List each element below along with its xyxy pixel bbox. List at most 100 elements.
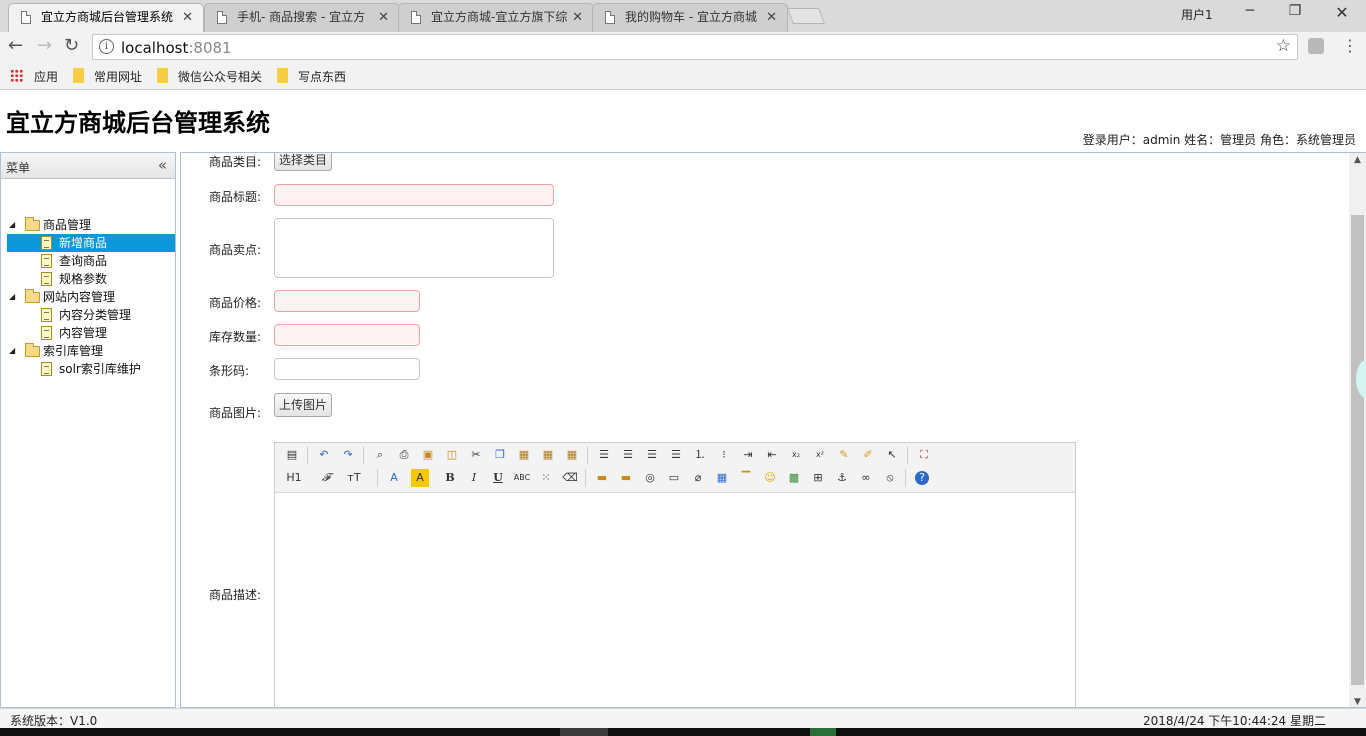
- close-tab-icon[interactable]: ✕: [572, 4, 583, 31]
- italic-button[interactable]: I: [465, 469, 483, 487]
- horizontal-rule-icon[interactable]: ▔: [737, 469, 755, 487]
- browser-tab-store[interactable]: 宜立方商城-宜立方旗下综 ✕: [398, 3, 594, 32]
- forward-icon[interactable]: →: [37, 36, 52, 56]
- template-icon[interactable]: ▣: [419, 446, 437, 464]
- ordered-list-icon[interactable]: ⒈: [691, 446, 709, 464]
- scrollbar-thumb[interactable]: [1351, 215, 1364, 685]
- select-category-button[interactable]: 选择类目: [274, 153, 333, 171]
- taskbar-item[interactable]: [810, 728, 836, 736]
- emoticon-icon[interactable]: ☺: [761, 469, 779, 487]
- cut-icon[interactable]: ✂: [467, 446, 485, 464]
- bookmark-star-icon[interactable]: ☆: [1276, 36, 1291, 56]
- bookmark-common-sites[interactable]: 常用网址: [94, 68, 142, 85]
- title-input[interactable]: [274, 184, 554, 206]
- multi-image-icon[interactable]: ▬: [617, 469, 635, 487]
- bookmark-writing[interactable]: 写点东西: [298, 68, 346, 85]
- insert-image-icon[interactable]: ▬: [593, 469, 611, 487]
- back-icon[interactable]: ←: [8, 36, 23, 56]
- attachment-icon[interactable]: ⌀: [689, 469, 707, 487]
- select-all-icon[interactable]: ✐: [859, 446, 877, 464]
- eraser-icon[interactable]: ⌫: [561, 469, 579, 487]
- underline-button[interactable]: U: [489, 469, 507, 487]
- pointer-icon[interactable]: ↖: [883, 446, 901, 464]
- browser-menu-icon[interactable]: ⋮: [1342, 36, 1358, 55]
- taskbar-item[interactable]: [560, 728, 608, 736]
- help-icon[interactable]: ?: [915, 471, 929, 485]
- bookmark-wechat[interactable]: 微信公众号相关: [178, 68, 262, 85]
- expand-arrow-icon[interactable]: ◢: [9, 216, 15, 234]
- browser-tab-strip: 宜立方商城后台管理系统 ✕ 手机- 商品搜索 - 宜立方 ✕ 宜立方商城-宜立方…: [0, 0, 1366, 32]
- align-left-icon[interactable]: ☰: [595, 446, 613, 464]
- editor-body[interactable]: [275, 493, 1075, 707]
- paste-text-icon[interactable]: ▦: [539, 446, 557, 464]
- scroll-up-icon[interactable]: ▲: [1349, 155, 1366, 165]
- close-tab-icon[interactable]: ✕: [766, 4, 777, 31]
- font-family-dropdown[interactable]: 𝓕: [317, 469, 335, 487]
- background-color-button[interactable]: A: [411, 469, 429, 487]
- heading-dropdown[interactable]: H1: [281, 469, 307, 487]
- content-scrollbar[interactable]: ▲ ▼: [1349, 153, 1366, 707]
- outdent-icon[interactable]: ⇤: [763, 446, 781, 464]
- media-icon[interactable]: ▭: [665, 469, 683, 487]
- map-icon[interactable]: ▩: [785, 469, 803, 487]
- scroll-down-icon[interactable]: ▼: [1349, 697, 1366, 707]
- table-icon[interactable]: ▦: [713, 469, 731, 487]
- extension-icon[interactable]: [1308, 38, 1324, 54]
- collapse-sidebar-icon[interactable]: «: [158, 156, 167, 174]
- align-right-icon[interactable]: ☰: [643, 446, 661, 464]
- print-icon[interactable]: ⎙: [395, 446, 413, 464]
- barcode-input[interactable]: [274, 358, 420, 380]
- indent-icon[interactable]: ⇥: [739, 446, 757, 464]
- line-height-icon[interactable]: ⁙: [537, 469, 555, 487]
- expand-arrow-icon[interactable]: ◢: [9, 288, 15, 306]
- preview-icon[interactable]: ⌕: [371, 446, 389, 464]
- paste-icon[interactable]: ▦: [515, 446, 533, 464]
- url-host: localhost: [121, 39, 189, 57]
- new-tab-button[interactable]: [787, 8, 825, 24]
- browser-tab-search[interactable]: 手机- 商品搜索 - 宜立方 ✕: [204, 3, 400, 32]
- apps-grid-icon[interactable]: [10, 69, 23, 82]
- redo-icon[interactable]: ↷: [339, 446, 357, 464]
- paste-word-icon[interactable]: ▦: [563, 446, 581, 464]
- align-justify-icon[interactable]: ☰: [667, 446, 685, 464]
- font-size-dropdown[interactable]: тT: [341, 469, 367, 487]
- flash-icon[interactable]: ◎: [641, 469, 659, 487]
- folder-open-icon: [25, 289, 40, 303]
- align-center-icon[interactable]: ☰: [619, 446, 637, 464]
- strikethrough-button[interactable]: ABC: [513, 469, 531, 487]
- superscript-icon[interactable]: x²: [811, 446, 829, 464]
- source-icon[interactable]: ▤: [283, 446, 301, 464]
- undo-icon[interactable]: ↶: [315, 446, 333, 464]
- unlink-icon[interactable]: ⦸: [881, 469, 899, 487]
- stock-input[interactable]: [274, 324, 420, 346]
- sell-point-textarea[interactable]: [274, 218, 554, 278]
- browser-tab-admin[interactable]: 宜立方商城后台管理系统 ✕: [8, 3, 204, 32]
- reload-icon[interactable]: ↻: [64, 36, 79, 56]
- copy-icon[interactable]: ❐: [491, 446, 509, 464]
- code-icon[interactable]: ◫: [443, 446, 461, 464]
- url-input[interactable]: i localhost:8081 ☆: [92, 34, 1298, 60]
- price-input[interactable]: [274, 290, 420, 312]
- unordered-list-icon[interactable]: ⁝: [715, 446, 733, 464]
- browser-tab-cart[interactable]: 我的购物车 - 宜立方商城 ✕: [592, 3, 788, 32]
- close-tab-icon[interactable]: ✕: [182, 4, 193, 31]
- window-user-label[interactable]: 用户1: [1181, 6, 1213, 23]
- page-break-icon[interactable]: ⊞: [809, 469, 827, 487]
- close-tab-icon[interactable]: ✕: [378, 4, 389, 31]
- fullscreen-icon[interactable]: ⛶: [915, 446, 933, 464]
- link-icon[interactable]: ∞: [857, 469, 875, 487]
- restore-icon[interactable]: ❐: [1283, 3, 1307, 19]
- tree-item-add-product[interactable]: 新增商品: [7, 234, 175, 252]
- bold-button[interactable]: B: [441, 469, 459, 487]
- subscript-icon[interactable]: x₂: [787, 446, 805, 464]
- site-info-icon[interactable]: i: [99, 39, 114, 54]
- bookmark-apps[interactable]: 应用: [34, 68, 58, 85]
- file-icon: [41, 236, 52, 250]
- minimize-icon[interactable]: ─: [1238, 3, 1262, 19]
- expand-arrow-icon[interactable]: ◢: [9, 342, 15, 360]
- anchor-icon[interactable]: ⚓: [833, 469, 851, 487]
- font-color-button[interactable]: A: [385, 469, 403, 487]
- clear-format-icon[interactable]: ✎: [835, 446, 853, 464]
- upload-image-button[interactable]: 上传图片: [274, 393, 333, 417]
- close-window-icon[interactable]: ✕: [1330, 3, 1354, 22]
